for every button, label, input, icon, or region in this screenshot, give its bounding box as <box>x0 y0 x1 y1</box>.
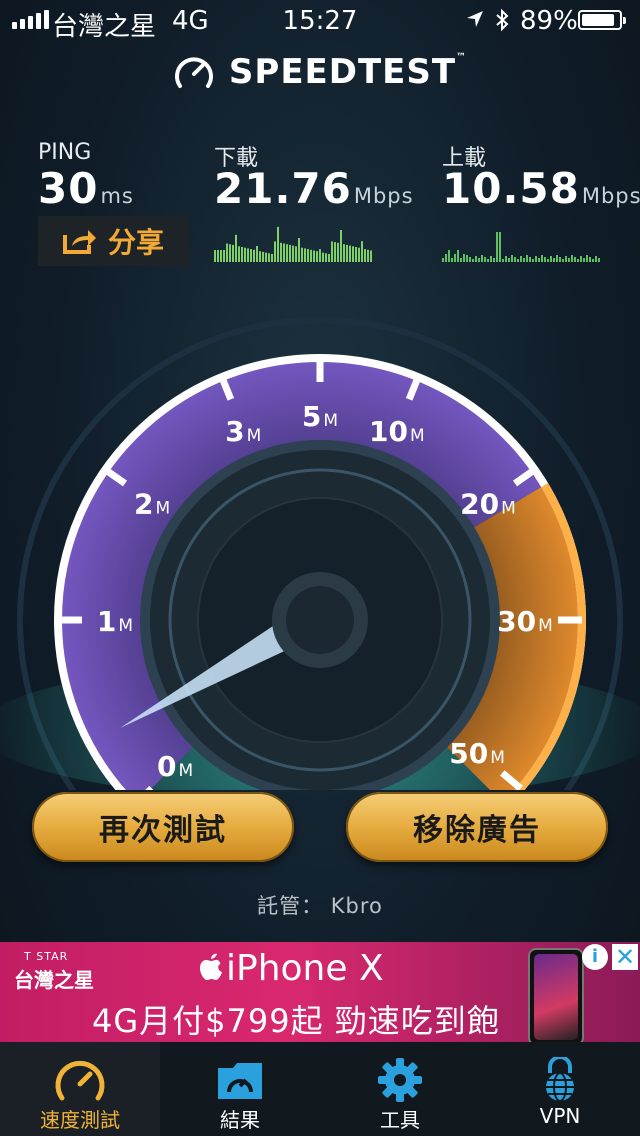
speedometer-logo-icon <box>174 57 213 88</box>
logo-text: SPEEDTEST <box>228 52 457 92</box>
tab-results-label: 結果 <box>220 1108 260 1132</box>
speedometer-gauge: 0 M1 M2 M3 M5 M 10 M20 M30 M50 M <box>0 317 640 790</box>
ad-banner[interactable]: T STAR 台灣之星 iPhone X 4G月付$799起 勁速吃到飽 <box>0 942 640 1042</box>
share-icon <box>62 230 96 254</box>
hosted-by: 託管： Kbro <box>0 890 640 920</box>
bluetooth-icon <box>496 8 509 32</box>
hosted-label: 託管： <box>257 894 324 918</box>
tab-tools[interactable]: 工具 <box>320 1042 480 1136</box>
speedtest-logo: SPEEDTEST™ <box>0 52 640 92</box>
upload-value: 10.58Mbps <box>442 164 640 213</box>
apple-logo-icon <box>200 953 222 980</box>
battery-percentage: 89% <box>520 6 578 36</box>
download-unit: Mbps <box>353 184 414 208</box>
retest-button[interactable]: 再次測試 <box>32 792 294 862</box>
vpn-lock-globe-icon <box>546 1057 574 1102</box>
remove-ads-button[interactable]: 移除廣告 <box>346 792 608 862</box>
ad-brand-top: T STAR <box>24 950 69 963</box>
ad-subtitle: 4G月付$799起 勁速吃到飽 <box>92 1002 500 1040</box>
ad-brand: 台灣之星 <box>14 968 94 992</box>
tab-speedtest-label: 速度測試 <box>40 1108 120 1132</box>
tab-bar: 速度測試 結果 工具 VPN <box>0 1042 640 1136</box>
download-value: 21.76Mbps <box>214 164 414 213</box>
upload-unit: Mbps <box>581 184 640 208</box>
download-sparkline <box>214 226 372 262</box>
tab-vpn[interactable]: VPN <box>480 1042 640 1136</box>
ad-title: iPhone X <box>198 948 384 989</box>
status-bar: 台灣之星 4G 15:27 89% <box>0 0 640 42</box>
tab-tools-label: 工具 <box>380 1108 420 1132</box>
ad-close-icon[interactable]: ✕ <box>612 944 638 970</box>
battery-icon <box>578 10 626 30</box>
logo-trademark: ™ <box>456 52 468 63</box>
upload-sparkline <box>442 232 600 262</box>
share-label: 分享 <box>107 226 164 259</box>
speedometer-tab-icon <box>55 1060 105 1101</box>
gear-icon <box>378 1058 422 1102</box>
hosted-provider: Kbro <box>330 894 383 918</box>
tab-results[interactable]: 結果 <box>160 1042 320 1136</box>
tab-speedtest[interactable]: 速度測試 <box>0 1042 160 1136</box>
ping-unit: ms <box>100 184 134 208</box>
ad-info-icon[interactable]: i <box>582 944 608 970</box>
share-button[interactable]: 分享 <box>38 216 188 266</box>
iphone-image <box>528 948 584 1042</box>
results-folder-icon <box>218 1063 262 1099</box>
ping-value: 30ms <box>38 164 134 213</box>
ping-label: PING <box>38 140 92 165</box>
tab-vpn-label: VPN <box>539 1104 581 1128</box>
location-arrow-icon <box>467 11 483 27</box>
